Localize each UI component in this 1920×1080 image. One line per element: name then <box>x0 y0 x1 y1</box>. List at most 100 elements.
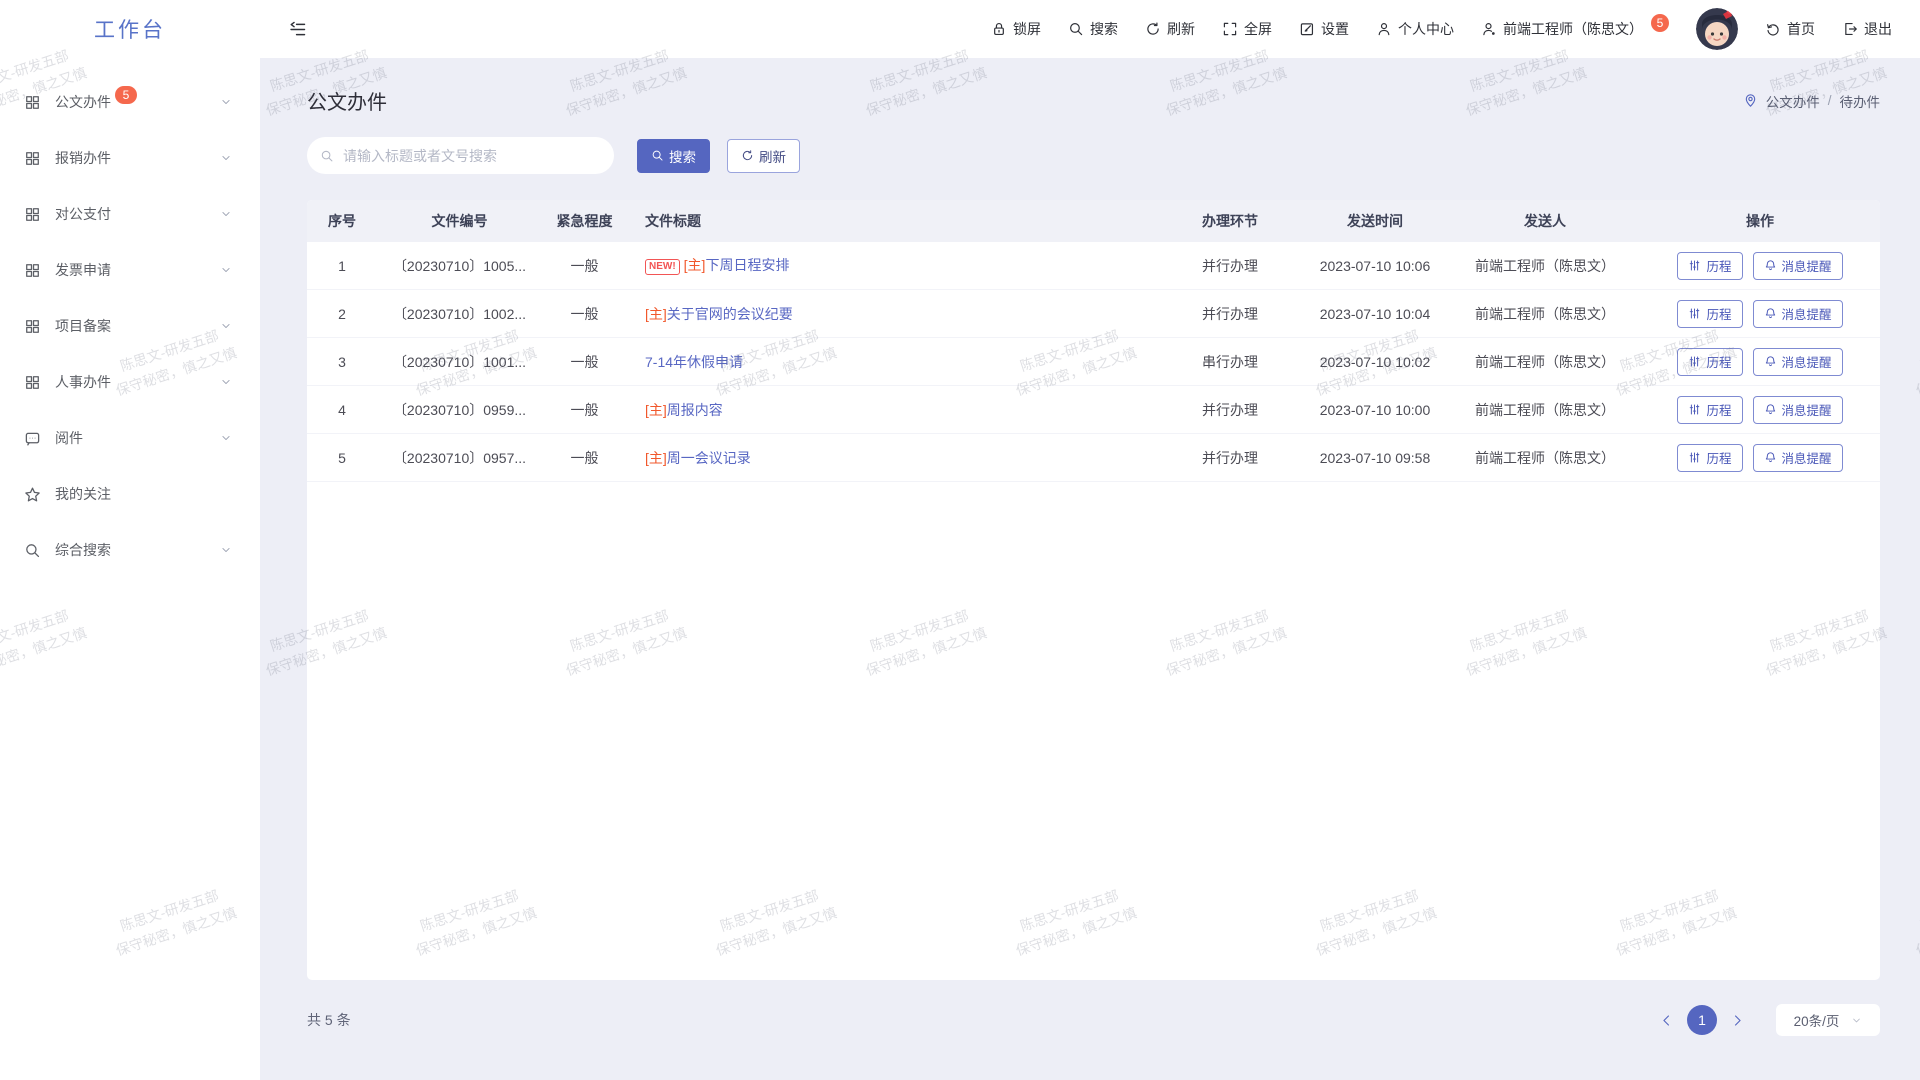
sidebar-item-renshi[interactable]: 人事办件 <box>0 354 260 410</box>
breadcrumb-separator: / <box>1828 93 1832 108</box>
topbar-user[interactable]: 前端工程师（陈思文） 5 <box>1481 19 1669 39</box>
app-logo: 工作台 <box>0 0 260 58</box>
notify-button[interactable]: 消息提醒 <box>1753 444 1843 472</box>
next-page-icon[interactable] <box>1726 1009 1749 1032</box>
topbar-refresh[interactable]: 刷新 <box>1145 19 1195 39</box>
grid-icon <box>24 206 41 223</box>
prev-page-icon[interactable] <box>1655 1009 1678 1032</box>
page-size-select[interactable]: 20条/页 <box>1776 1004 1880 1036</box>
grid-icon <box>24 150 41 167</box>
search-input[interactable] <box>307 137 614 174</box>
chevron-down-icon <box>220 96 232 108</box>
row-index: 1 <box>307 258 377 274</box>
sidebar-menu: 公文办件 5 报销办件 对公支付 发票申请 项目备案 人事办件 <box>0 58 260 578</box>
topbar-profile[interactable]: 个人中心 <box>1376 19 1454 39</box>
sidebar-item-label: 综合搜索 <box>55 540 111 560</box>
doc-title-link[interactable]: [主]周一会议记录 <box>645 450 751 466</box>
refresh-button[interactable]: 刷新 <box>727 139 800 173</box>
history-button[interactable]: 历程 <box>1677 444 1742 472</box>
topbar-settings[interactable]: 设置 <box>1299 19 1349 39</box>
doc-urgency: 一般 <box>542 256 627 276</box>
collapse-sidebar-icon[interactable] <box>288 20 307 39</box>
doc-title-cell: 7-14年休假申请 <box>627 352 1160 372</box>
row-index: 2 <box>307 306 377 322</box>
doc-code: 〔20230710〕1002... <box>377 304 542 324</box>
table-footer: 共 5 条 1 20条/页 <box>307 1004 1880 1036</box>
lock-icon <box>991 21 1007 37</box>
topbar-lock[interactable]: 锁屏 <box>991 19 1041 39</box>
doc-title-link[interactable]: [主]周报内容 <box>645 402 723 418</box>
sidebar-item-gongwen[interactable]: 公文办件 5 <box>0 74 260 130</box>
toolbar: 搜索 刷新 <box>307 137 1880 174</box>
location-pin-icon <box>1743 93 1758 108</box>
breadcrumb-current: 待办件 <box>1840 91 1881 111</box>
doc-title-link[interactable]: [主]下周日程安排 <box>684 257 790 273</box>
topbar-search[interactable]: 搜索 <box>1068 19 1118 39</box>
bell-icon <box>1764 307 1777 320</box>
sender-name: 前端工程师（陈思文） <box>1450 256 1640 276</box>
history-button[interactable]: 历程 <box>1677 348 1742 376</box>
topbar-item-label: 锁屏 <box>1013 19 1041 39</box>
process-step: 并行办理 <box>1160 448 1300 468</box>
edit-icon <box>1299 21 1315 37</box>
sidebar-item-guanzhu[interactable]: 我的关注 <box>0 466 260 522</box>
sidebar-item-baoxiao[interactable]: 报销办件 <box>0 130 260 186</box>
process-step: 并行办理 <box>1160 304 1300 324</box>
table-row: 1 〔20230710〕1005... 一般 NEW![主]下周日程安排 并行办… <box>307 242 1880 290</box>
doc-title-link[interactable]: [主]关于官网的会议纪要 <box>645 306 793 322</box>
user-name: 前端工程师（陈思文） <box>1503 19 1643 39</box>
doc-title-link[interactable]: 7-14年休假申请 <box>645 354 743 370</box>
fullscreen-icon <box>1222 21 1238 37</box>
sidebar-item-fapiao[interactable]: 发票申请 <box>0 242 260 298</box>
search-icon <box>651 149 664 162</box>
chevron-down-icon <box>1851 1015 1862 1026</box>
sender-name: 前端工程师（陈思文） <box>1450 448 1640 468</box>
home-label: 首页 <box>1787 19 1815 39</box>
col-actions: 操作 <box>1640 211 1880 231</box>
bell-icon <box>1764 259 1777 272</box>
page-number[interactable]: 1 <box>1687 1005 1717 1035</box>
history-button[interactable]: 历程 <box>1677 396 1742 424</box>
row-actions: 历程 消息提醒 <box>1640 252 1880 280</box>
main-doc-tag: [主] <box>645 450 667 466</box>
chevron-down-icon <box>220 544 232 556</box>
topbar-item-label: 搜索 <box>1090 19 1118 39</box>
breadcrumb-root[interactable]: 公文办件 <box>1766 91 1820 111</box>
logout-icon <box>1842 21 1858 37</box>
history-button[interactable]: 历程 <box>1677 300 1742 328</box>
table-row: 4 〔20230710〕0959... 一般 [主]周报内容 并行办理 2023… <box>307 386 1880 434</box>
topbar-item-label: 全屏 <box>1244 19 1272 39</box>
sidebar-item-xiangmu[interactable]: 项目备案 <box>0 298 260 354</box>
topbar-item-label: 设置 <box>1321 19 1349 39</box>
sidebar-item-label: 公文办件 <box>55 92 111 112</box>
notify-button[interactable]: 消息提醒 <box>1753 300 1843 328</box>
search-icon <box>1068 21 1084 37</box>
notify-button[interactable]: 消息提醒 <box>1753 252 1843 280</box>
send-time: 2023-07-10 09:58 <box>1300 450 1450 466</box>
search-button[interactable]: 搜索 <box>637 139 710 173</box>
notify-button[interactable]: 消息提醒 <box>1753 396 1843 424</box>
process-step: 并行办理 <box>1160 256 1300 276</box>
row-actions: 历程 消息提醒 <box>1640 300 1880 328</box>
page-title: 公文办件 <box>307 86 387 115</box>
sidebar-item-yuejian[interactable]: 阅件 <box>0 410 260 466</box>
history-button[interactable]: 历程 <box>1677 252 1742 280</box>
col-step: 办理环节 <box>1160 211 1300 231</box>
topbar-fullscreen[interactable]: 全屏 <box>1222 19 1272 39</box>
sidebar-item-label: 发票申请 <box>55 260 111 280</box>
doc-code: 〔20230710〕0959... <box>377 400 542 420</box>
sidebar-item-label: 报销办件 <box>55 148 111 168</box>
topbar-item-label: 个人中心 <box>1398 19 1454 39</box>
doc-code: 〔20230710〕1005... <box>377 256 542 276</box>
notify-button[interactable]: 消息提醒 <box>1753 348 1843 376</box>
doc-code: 〔20230710〕0957... <box>377 448 542 468</box>
avatar[interactable] <box>1696 8 1738 50</box>
main-doc-tag: [主] <box>684 257 706 273</box>
topbar-home[interactable]: 首页 <box>1765 19 1815 39</box>
sidebar-item-sousuo[interactable]: 综合搜索 <box>0 522 260 578</box>
sidebar-item-duigong[interactable]: 对公支付 <box>0 186 260 242</box>
table-row: 5 〔20230710〕0957... 一般 [主]周一会议记录 并行办理 20… <box>307 434 1880 482</box>
doc-code: 〔20230710〕1001... <box>377 352 542 372</box>
send-time: 2023-07-10 10:00 <box>1300 402 1450 418</box>
topbar-logout[interactable]: 退出 <box>1842 19 1892 39</box>
